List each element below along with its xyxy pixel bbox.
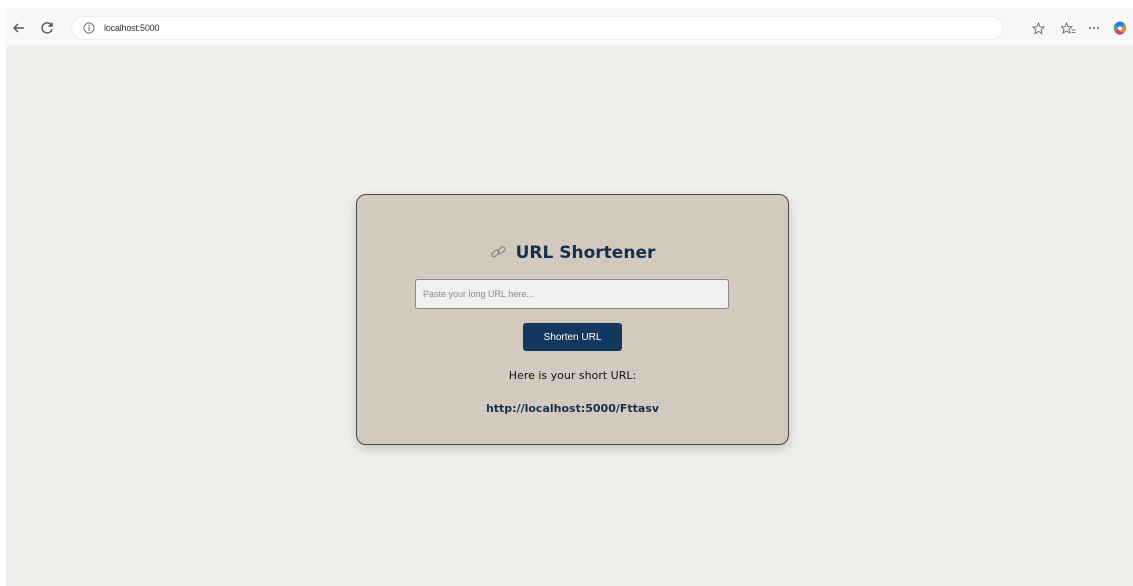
url-shortener-card: URL Shortener Shorten URL Here is your s… bbox=[356, 194, 789, 445]
browser-window: localhost:5000 URL Shortener Paste your … bbox=[6, 8, 1133, 586]
back-arrow-icon[interactable] bbox=[8, 17, 30, 39]
long-url-input[interactable] bbox=[415, 279, 729, 309]
favorites-glyph bbox=[1060, 21, 1075, 34]
short-url-link[interactable]: http://localhost:5000/Fttasv bbox=[357, 402, 788, 415]
page-title: URL Shortener bbox=[357, 243, 788, 263]
star-glyph bbox=[1031, 21, 1045, 35]
link-icon bbox=[490, 244, 508, 258]
result-label: Here is your short URL: bbox=[508, 369, 637, 382]
link-glyph bbox=[490, 246, 506, 258]
address-url[interactable]: localhost:5000 bbox=[104, 23, 159, 33]
browser-toolbar: localhost:5000 bbox=[6, 8, 1133, 46]
back-arrow-glyph bbox=[13, 23, 24, 33]
copilot-glyph bbox=[1113, 21, 1127, 35]
shorten-url-button[interactable]: Shorten URL bbox=[523, 323, 622, 351]
reload-glyph bbox=[41, 22, 53, 34]
info-glyph bbox=[83, 22, 95, 34]
toolbar-right-group bbox=[1025, 17, 1133, 39]
copilot-icon[interactable] bbox=[1107, 17, 1133, 39]
address-bar[interactable]: localhost:5000 bbox=[72, 17, 1002, 39]
info-icon[interactable] bbox=[82, 21, 96, 35]
star-icon[interactable] bbox=[1025, 17, 1051, 39]
reload-icon[interactable] bbox=[36, 17, 58, 39]
more-glyph bbox=[1089, 27, 1099, 29]
more-icon[interactable] bbox=[1081, 17, 1107, 39]
page-title-text: URL Shortener bbox=[515, 243, 656, 263]
favorites-icon[interactable] bbox=[1055, 17, 1081, 39]
